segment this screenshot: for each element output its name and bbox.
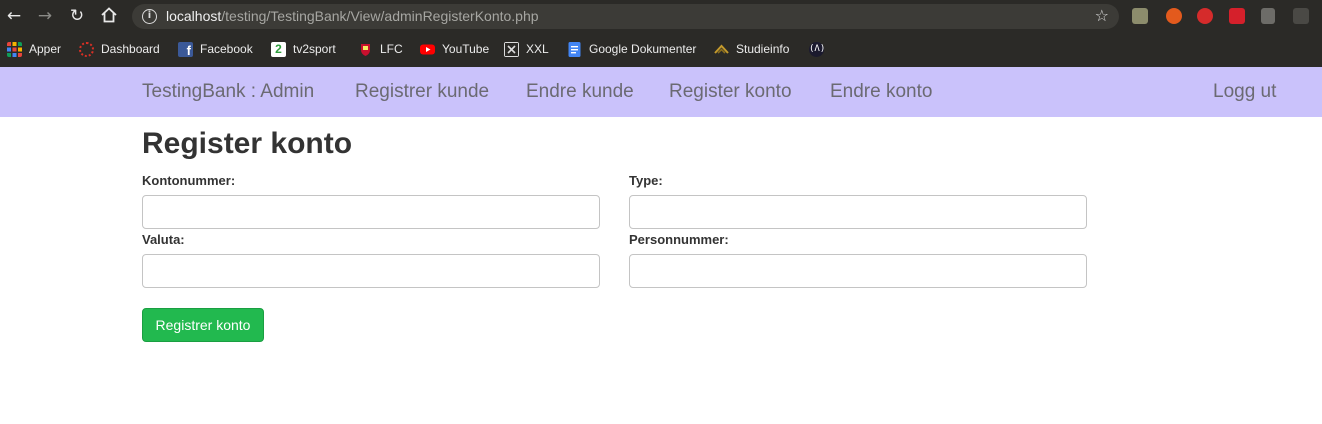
- lfc-crest-icon: [361, 43, 370, 56]
- studieinfo-icon: [714, 44, 729, 54]
- tv2-icon: 2: [271, 41, 286, 57]
- bookmark-label: Facebook: [200, 42, 253, 56]
- personnummer-input[interactable]: [629, 254, 1087, 288]
- type-input[interactable]: [629, 195, 1087, 229]
- home-icon[interactable]: [99, 6, 119, 26]
- extension-icon[interactable]: [1293, 8, 1309, 24]
- bookmark-star-icon[interactable]: ☆: [1095, 6, 1109, 26]
- bookmark-label: LFC: [380, 42, 403, 56]
- kontonummer-label: Kontonummer:: [142, 173, 236, 188]
- personnummer-label: Personnummer:: [629, 232, 729, 247]
- bookmark-label: Studieinfo: [736, 42, 790, 56]
- reload-icon[interactable]: ↻: [67, 6, 87, 26]
- bookmark-label: Dashboard: [101, 42, 160, 56]
- google-docs-icon: [568, 41, 581, 57]
- bookmark-lfc[interactable]: LFC: [358, 40, 403, 58]
- nav-logg-ut[interactable]: Logg ut: [1213, 80, 1276, 104]
- nav-endre-konto[interactable]: Endre konto: [830, 80, 932, 104]
- dashboard-ring-icon: [79, 41, 94, 57]
- extension-icon[interactable]: [1229, 8, 1245, 24]
- bookmark-angular[interactable]: (Λ): [809, 40, 825, 58]
- angular-bracket-icon: (Λ): [809, 41, 825, 57]
- nav-endre-kunde[interactable]: Endre kunde: [526, 80, 634, 104]
- apps-grid-icon: [7, 41, 22, 57]
- nav-registrer-kunde[interactable]: Registrer kunde: [355, 80, 489, 104]
- type-label: Type:: [629, 173, 663, 188]
- address-bar[interactable]: i localhost/testing/TestingBank/View/adm…: [132, 4, 1119, 29]
- bookmark-google-dokumenter[interactable]: Google Dokumenter: [567, 40, 696, 58]
- extension-icon[interactable]: [1132, 8, 1148, 24]
- registrer-konto-button[interactable]: Registrer konto: [142, 308, 264, 342]
- bookmark-xxl[interactable]: XXL: [504, 40, 549, 58]
- kontonummer-input[interactable]: [142, 195, 600, 229]
- nav-register-konto[interactable]: Register konto: [669, 80, 792, 104]
- bookmark-studieinfo[interactable]: Studieinfo: [714, 40, 789, 58]
- forward-arrow-icon[interactable]: →: [35, 6, 55, 26]
- navbar-brand[interactable]: TestingBank : Admin: [142, 80, 314, 104]
- browser-toolbar: ← → ↻ i localhost/testing/TestingBank/Vi…: [0, 0, 1322, 33]
- extension-icon[interactable]: [1166, 8, 1182, 24]
- extension-icon[interactable]: [1197, 8, 1213, 24]
- site-info-icon[interactable]: i: [142, 9, 157, 24]
- xxl-icon: [504, 41, 519, 57]
- bookmark-youtube[interactable]: YouTube: [420, 40, 489, 58]
- back-arrow-icon[interactable]: ←: [4, 6, 24, 26]
- bookmark-apper[interactable]: Apper: [7, 40, 61, 58]
- bookmark-label: tv2sport: [293, 42, 336, 56]
- bookmark-dashboard[interactable]: Dashboard: [79, 40, 160, 58]
- page-title: Register konto: [142, 127, 353, 160]
- bookmark-label: Apper: [29, 42, 62, 56]
- address-url: localhost/testing/TestingBank/View/admin…: [166, 8, 539, 24]
- facebook-icon: f: [178, 41, 193, 58]
- youtube-icon: [420, 44, 435, 54]
- bookmark-label: YouTube: [442, 42, 490, 56]
- bookmark-tv2sport[interactable]: 2 tv2sport: [271, 40, 336, 58]
- valuta-input[interactable]: [142, 254, 600, 288]
- bookmark-facebook[interactable]: f Facebook: [178, 40, 253, 58]
- valuta-label: Valuta:: [142, 232, 185, 247]
- extension-icon[interactable]: [1261, 8, 1275, 24]
- bookmark-label: Google Dokumenter: [589, 42, 697, 56]
- bookmark-label: XXL: [526, 42, 549, 56]
